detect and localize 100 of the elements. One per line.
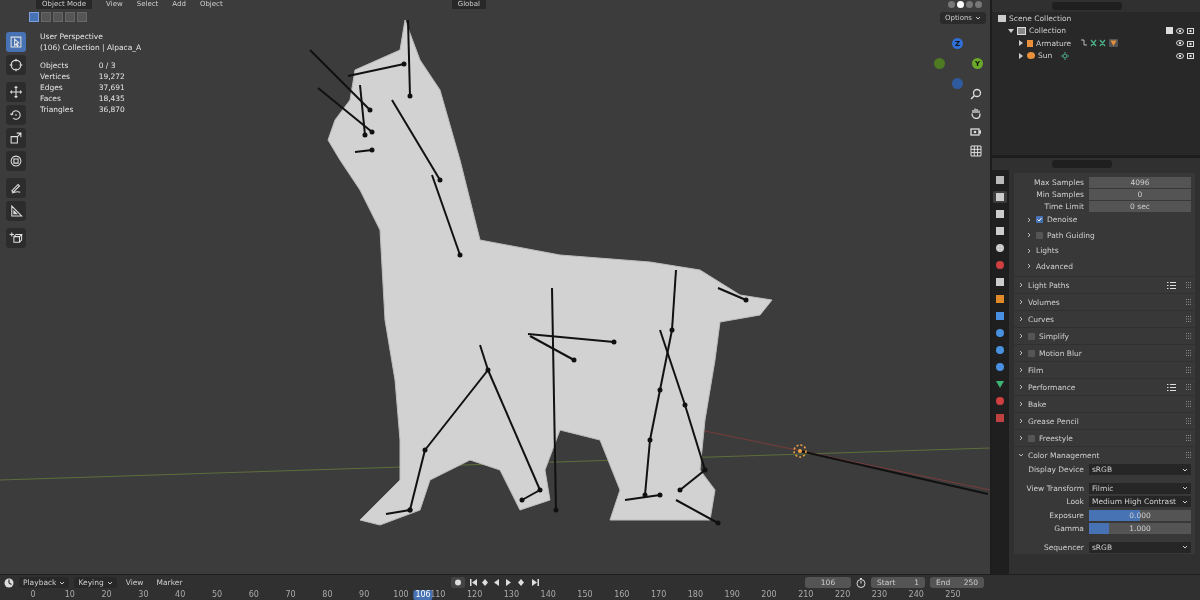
checkbox[interactable] <box>1027 434 1035 442</box>
clock-icon[interactable] <box>4 577 14 588</box>
tab-icon <box>995 175 1006 185</box>
chevron-right-icon[interactable] <box>1017 350 1024 356</box>
zoom-icon[interactable] <box>970 88 982 100</box>
frame-number: 210 <box>798 590 814 600</box>
sun-data-icon <box>1061 51 1070 60</box>
frame-number: 190 <box>724 590 740 600</box>
chevron-right-icon[interactable] <box>1017 316 1024 322</box>
camera-icon[interactable] <box>1187 39 1194 47</box>
grid-icon[interactable] <box>970 145 982 157</box>
drag-handle-icon[interactable] <box>1186 384 1191 390</box>
tool-icon <box>9 85 23 99</box>
tool-icon <box>9 108 23 122</box>
frame-number: 70 <box>285 590 296 600</box>
drag-handle-icon[interactable] <box>1186 350 1191 356</box>
armature-icon <box>1027 39 1033 47</box>
tool-icon <box>9 154 23 168</box>
tab-icon <box>995 328 1006 338</box>
camera-icon[interactable] <box>970 126 982 138</box>
tool-button[interactable] <box>6 82 26 102</box>
chevron-right-icon[interactable] <box>1017 299 1024 305</box>
chevron-right-icon[interactable] <box>1025 247 1032 254</box>
stopwatch-icon[interactable] <box>856 577 866 588</box>
tab-icon <box>995 311 1006 321</box>
frame-number: 150 <box>577 590 593 600</box>
caret-icon <box>1182 499 1188 504</box>
shading-mode-icon[interactable] <box>957 1 964 8</box>
light-bulb-icon <box>1027 52 1035 60</box>
frame-number: 90 <box>359 590 370 600</box>
eye-icon[interactable] <box>1176 52 1184 59</box>
chevron-right-icon[interactable] <box>1017 384 1024 390</box>
tab-icon <box>995 413 1006 423</box>
tool-button[interactable] <box>6 151 26 171</box>
record-button[interactable] <box>451 577 466 588</box>
frame-number: 60 <box>248 590 259 600</box>
drag-handle-icon[interactable] <box>1186 316 1191 322</box>
frame-number: 250 <box>945 590 961 600</box>
properties-tab[interactable] <box>993 191 1008 203</box>
checkbox[interactable] <box>1035 231 1043 239</box>
list-icon[interactable] <box>1167 281 1176 289</box>
drag-handle-icon[interactable] <box>1186 401 1191 407</box>
drag-handle-icon[interactable] <box>1186 452 1191 458</box>
collapsed-arrow-icon[interactable] <box>1018 40 1024 47</box>
chevron-right-icon[interactable] <box>1025 263 1032 270</box>
frame-number: 170 <box>650 590 667 600</box>
checkbox[interactable] <box>1035 216 1043 224</box>
list-icon[interactable] <box>1167 383 1176 391</box>
exclude-checkbox[interactable] <box>1166 27 1173 35</box>
tab-icon <box>995 345 1006 355</box>
tab-icon <box>995 277 1006 287</box>
tool-button[interactable] <box>6 55 26 75</box>
tab-icon <box>995 379 1006 389</box>
frame-number: 140 <box>540 590 556 600</box>
tab-icon <box>995 226 1006 236</box>
current-frame-marker[interactable]: 106 <box>413 590 433 600</box>
collection-icon <box>1017 26 1026 35</box>
tool-button[interactable] <box>6 201 26 221</box>
frame-number: 180 <box>687 590 704 600</box>
tool-button[interactable] <box>6 105 26 125</box>
eye-icon[interactable] <box>1176 40 1184 47</box>
checkbox[interactable] <box>1027 332 1035 340</box>
frame-number: 220 <box>834 590 851 600</box>
chevron-right-icon[interactable] <box>1025 216 1032 223</box>
caret-icon <box>1182 486 1188 491</box>
tool-icon <box>9 231 23 245</box>
collapsed-arrow-icon[interactable] <box>1018 52 1024 59</box>
caret-icon <box>59 580 66 585</box>
chevron-right-icon[interactable] <box>1017 333 1024 339</box>
frame-number: 50 <box>211 590 223 600</box>
chevron-right-icon[interactable] <box>1017 282 1024 288</box>
camera-icon[interactable] <box>1187 27 1194 35</box>
chevron-right-icon[interactable] <box>1017 418 1024 424</box>
expanded-arrow-icon[interactable] <box>1008 27 1014 34</box>
drag-handle-icon[interactable] <box>1186 333 1191 339</box>
drag-handle-icon[interactable] <box>1186 282 1191 288</box>
tool-icon <box>9 181 23 195</box>
tab-icon <box>995 260 1006 270</box>
frame-number: 20 <box>101 590 112 600</box>
drag-handle-icon[interactable] <box>1186 367 1191 373</box>
caret-icon <box>1182 467 1188 472</box>
drag-handle-icon[interactable] <box>1186 299 1191 305</box>
drag-handle-icon[interactable] <box>1186 418 1191 424</box>
tab-icon <box>995 243 1006 253</box>
camera-icon[interactable] <box>1187 52 1194 60</box>
tool-button[interactable] <box>6 228 26 248</box>
tool-button[interactable] <box>6 178 26 198</box>
tool-button[interactable] <box>6 32 26 52</box>
playback-controls-icon[interactable] <box>470 578 541 587</box>
chevron-down-icon[interactable] <box>1017 452 1024 458</box>
chevron-right-icon[interactable] <box>1017 401 1024 407</box>
frame-number: 30 <box>138 590 149 600</box>
checkbox[interactable] <box>1027 349 1035 357</box>
eye-icon[interactable] <box>1176 27 1184 34</box>
tab-icon <box>995 209 1006 219</box>
chevron-right-icon[interactable] <box>1017 367 1024 373</box>
tool-button[interactable] <box>6 128 26 148</box>
chevron-right-icon[interactable] <box>1017 435 1024 441</box>
drag-handle-icon[interactable] <box>1186 435 1191 441</box>
chevron-right-icon[interactable] <box>1025 232 1032 239</box>
